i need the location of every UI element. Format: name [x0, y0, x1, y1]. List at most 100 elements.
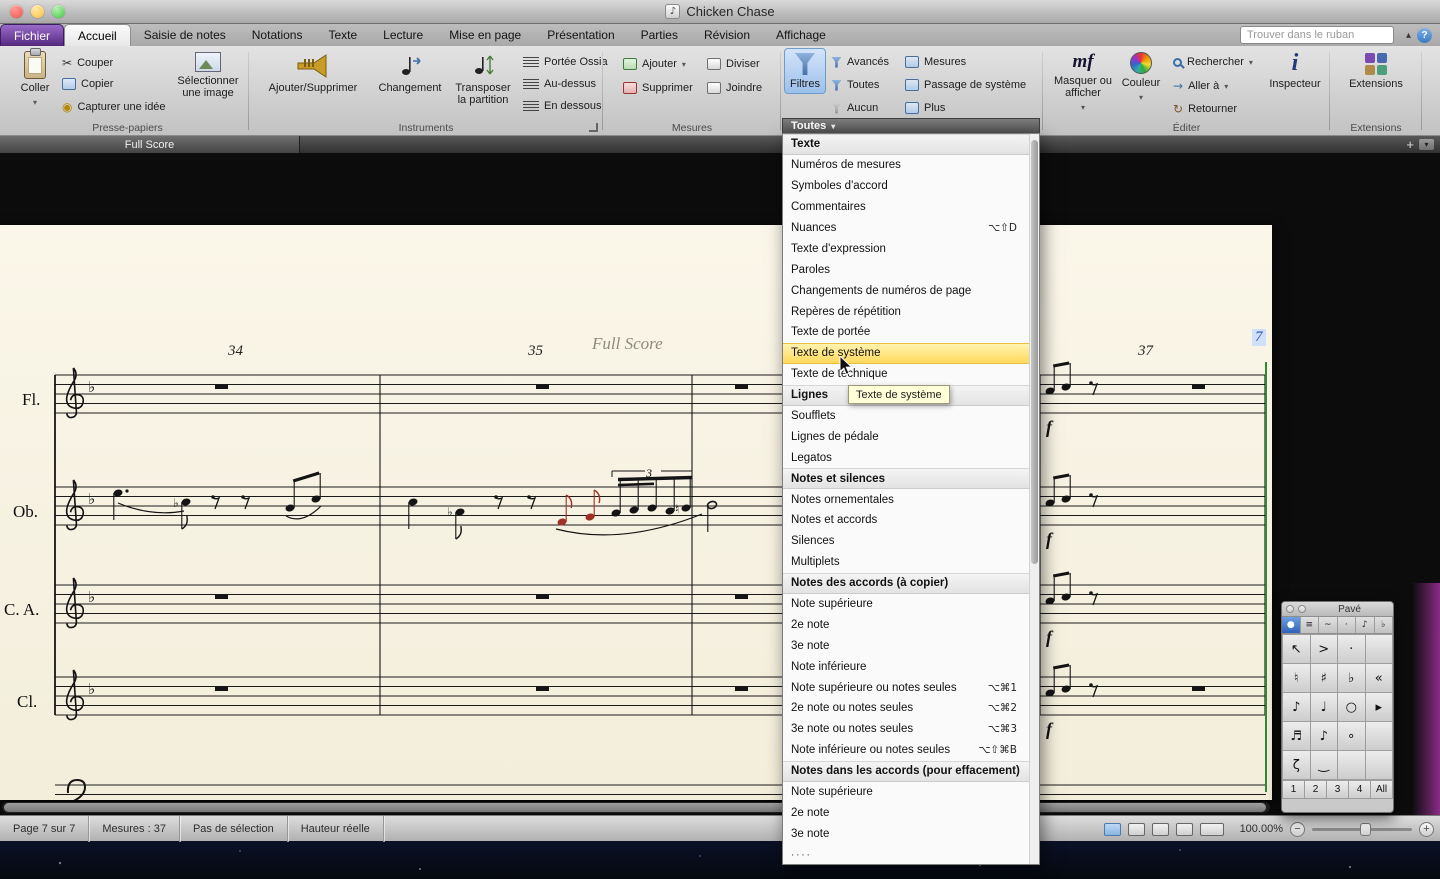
ribbon-tab-notations[interactable]: Notations	[239, 24, 316, 46]
select-image-button[interactable]: Sélectionner une image	[170, 52, 246, 99]
add-remove-instruments-button[interactable]: Ajouter/Supprimer	[257, 53, 369, 94]
menu-item-multiplets[interactable]: Multiplets	[783, 552, 1039, 573]
ribbon-tab-parties[interactable]: Parties	[628, 24, 691, 46]
staff-label-fl[interactable]: Fl.	[22, 390, 40, 409]
staff-label-ob[interactable]: Ob.	[13, 502, 38, 521]
keypad-rewind-key[interactable]: «	[1366, 664, 1393, 692]
view-single-page-icon[interactable]	[1104, 823, 1121, 836]
advanced-filters-button[interactable]: Avancés	[831, 56, 889, 68]
help-icon[interactable]: ?	[1417, 28, 1432, 43]
menu-item-notes-et-accords[interactable]: Notes et accords	[783, 510, 1039, 531]
menu-item-lignes-de-pedale[interactable]: Lignes de pédale	[783, 426, 1039, 447]
keypad-common-notes-tab[interactable]: ●	[1282, 617, 1301, 633]
ribbon-tab-affichage[interactable]: Affichage	[763, 24, 839, 46]
keypad-voice-all[interactable]: All	[1371, 781, 1392, 798]
new-tab-button[interactable]: +	[1406, 136, 1414, 153]
filters-button[interactable]: Filtres	[784, 48, 826, 94]
menu-item-texte-de-technique[interactable]: Texte de technique	[783, 364, 1039, 385]
menu-item-note-inferieure-ou-notes-seules[interactable]: Note inférieure ou notes seules⌥⇧⌘B	[783, 740, 1039, 761]
keypad-blank-key[interactable]	[1366, 635, 1393, 663]
menu-item-texte-de-systeme[interactable]: Texte de système	[783, 343, 1039, 364]
keypad-close-button[interactable]	[1286, 605, 1294, 613]
keypad-voice-1[interactable]: 1	[1283, 781, 1304, 798]
keypad-accent-key[interactable]: >	[1311, 635, 1338, 663]
status-bars[interactable]: Mesures : 37	[89, 816, 180, 842]
menu-item-3e-note-ou-notes-seules[interactable]: 3e note ou notes seules⌥⌘3	[783, 719, 1039, 740]
keypad-selection-arrow-key[interactable]: ↖	[1283, 635, 1310, 663]
menu-item-commentaires[interactable]: Commentaires	[783, 197, 1039, 218]
menu-item-silences[interactable]: Silences	[783, 531, 1039, 552]
change-instrument-button[interactable]: Changement	[375, 53, 445, 94]
join-bar-button[interactable]: Joindre	[707, 82, 762, 94]
keypad-quarter-note-key[interactable]: ♩	[1311, 693, 1338, 721]
keypad-flat-key[interactable]: ♭	[1338, 664, 1365, 692]
keypad-voice-3[interactable]: 3	[1327, 781, 1348, 798]
ribbon-tab-presentation[interactable]: Présentation	[534, 24, 627, 46]
menu-item-symboles-d-accord[interactable]: Symboles d'accord	[783, 176, 1039, 197]
menu-item-texte-d-expression[interactable]: Texte d'expression	[783, 238, 1039, 259]
minimize-button[interactable]	[31, 5, 44, 18]
cut-button[interactable]: ✂ Couper	[62, 56, 113, 70]
keypad-sharp-key[interactable]: ♯	[1311, 664, 1338, 692]
zoom-slider-thumb[interactable]	[1360, 823, 1371, 836]
horizontal-scrollbar[interactable]	[2, 802, 1270, 813]
keypad-eighth-rest-key[interactable]: ζ	[1283, 751, 1310, 779]
menu-item-paroles[interactable]: Paroles	[783, 259, 1039, 280]
keypad-jazz-tab[interactable]: ♪	[1356, 617, 1375, 633]
keypad-accidentals-tab[interactable]: ♭	[1375, 617, 1394, 633]
zoom-in-button[interactable]: +	[1419, 822, 1434, 837]
menu-scrollbar[interactable]	[1029, 134, 1039, 865]
filter-all-button[interactable]: Toutes	[831, 79, 879, 91]
ribbon-tab-lecture[interactable]: Lecture	[370, 24, 436, 46]
ribbon-tab-fichier[interactable]: Fichier	[0, 24, 64, 46]
keypad-sixteenth-note-key[interactable]: ♬	[1283, 722, 1310, 750]
keypad-voice-4[interactable]: 4	[1349, 781, 1370, 798]
keypad-half-note-key[interactable]: ○	[1338, 693, 1365, 721]
keypad-collapse-button[interactable]	[1298, 605, 1306, 613]
ribbon-search-input[interactable]	[1240, 26, 1394, 44]
menu-item-numeros-de-mesures[interactable]: Numéros de mesures	[783, 155, 1039, 176]
ribbon-tab-revision[interactable]: Révision	[691, 24, 763, 46]
find-button[interactable]: Rechercher ▾	[1173, 56, 1253, 68]
menu-item-note-superieure[interactable]: Note supérieure	[783, 782, 1039, 803]
keypad-play-key[interactable]: ▸	[1366, 693, 1393, 721]
menu-item-soufflets[interactable]: Soufflets	[783, 406, 1039, 427]
menu-item-2e-note[interactable]: 2e note	[783, 803, 1039, 824]
menu-item-legatos[interactable]: Legatos	[783, 447, 1039, 468]
ribbon-tab-texte[interactable]: Texte	[315, 24, 370, 46]
keypad-staccato-key[interactable]: ·	[1338, 635, 1365, 663]
ribbon-tab-saisie-de-notes[interactable]: Saisie de notes	[131, 24, 239, 46]
ribbon-tab-accueil[interactable]: Accueil	[64, 24, 131, 46]
horizontal-scrollbar-thumb[interactable]	[4, 803, 1266, 812]
menu-item-2e-note[interactable]: 2e note	[783, 614, 1039, 635]
view-panorama-icon[interactable]	[1152, 823, 1169, 836]
hide-show-button[interactable]: mf Masquer ou afficher ▾	[1051, 52, 1115, 114]
close-button[interactable]	[10, 5, 23, 18]
keypad-eighth-note-key[interactable]: ♪	[1283, 693, 1310, 721]
score-page[interactable]: Fl. Ob. C. A. Cl. 34 35 37 Full Score 3 …	[0, 225, 1272, 800]
keypad-tie-key[interactable]: ‿	[1311, 751, 1338, 779]
collapse-ribbon-icon[interactable]: ▴	[1406, 30, 1411, 41]
menu-item-reperes-de-repetition[interactable]: Repères de répétition	[783, 301, 1039, 322]
paste-button[interactable]: Coller ▾	[14, 51, 56, 109]
staff-label-ca[interactable]: C. A.	[4, 600, 39, 619]
ossia-below-button[interactable]: En dessous	[523, 100, 601, 112]
dialog-launcher-icon[interactable]	[589, 123, 598, 132]
keypad-natural-key[interactable]: ♮	[1283, 664, 1310, 692]
filter-menu-header[interactable]: Toutes ▾	[782, 118, 1040, 133]
extensions-button[interactable]: Extensions	[1344, 53, 1408, 90]
document-tab-full-score[interactable]: Full Score	[0, 136, 300, 153]
menu-item-2e-note-ou-notes-seules[interactable]: 2e note ou notes seules⌥⌘2	[783, 698, 1039, 719]
color-button[interactable]: Couleur ▾	[1115, 52, 1167, 104]
filter-more-button[interactable]: Plus	[905, 102, 945, 114]
transpose-button[interactable]: Transposer la partition	[447, 53, 519, 106]
keypad-blank-key[interactable]	[1366, 722, 1393, 750]
delete-bar-button[interactable]: Supprimer	[623, 82, 693, 94]
keypad-voice-2[interactable]: 2	[1305, 781, 1326, 798]
split-bar-button[interactable]: Diviser	[707, 58, 760, 70]
keypad-beams-tab[interactable]: ~	[1319, 617, 1338, 633]
menu-item-note-superieure[interactable]: Note supérieure	[783, 594, 1039, 615]
copy-button[interactable]: Copier	[62, 78, 113, 90]
keypad-more-notes-tab[interactable]: ≡	[1301, 617, 1320, 633]
zoom-slider[interactable]	[1312, 828, 1412, 831]
